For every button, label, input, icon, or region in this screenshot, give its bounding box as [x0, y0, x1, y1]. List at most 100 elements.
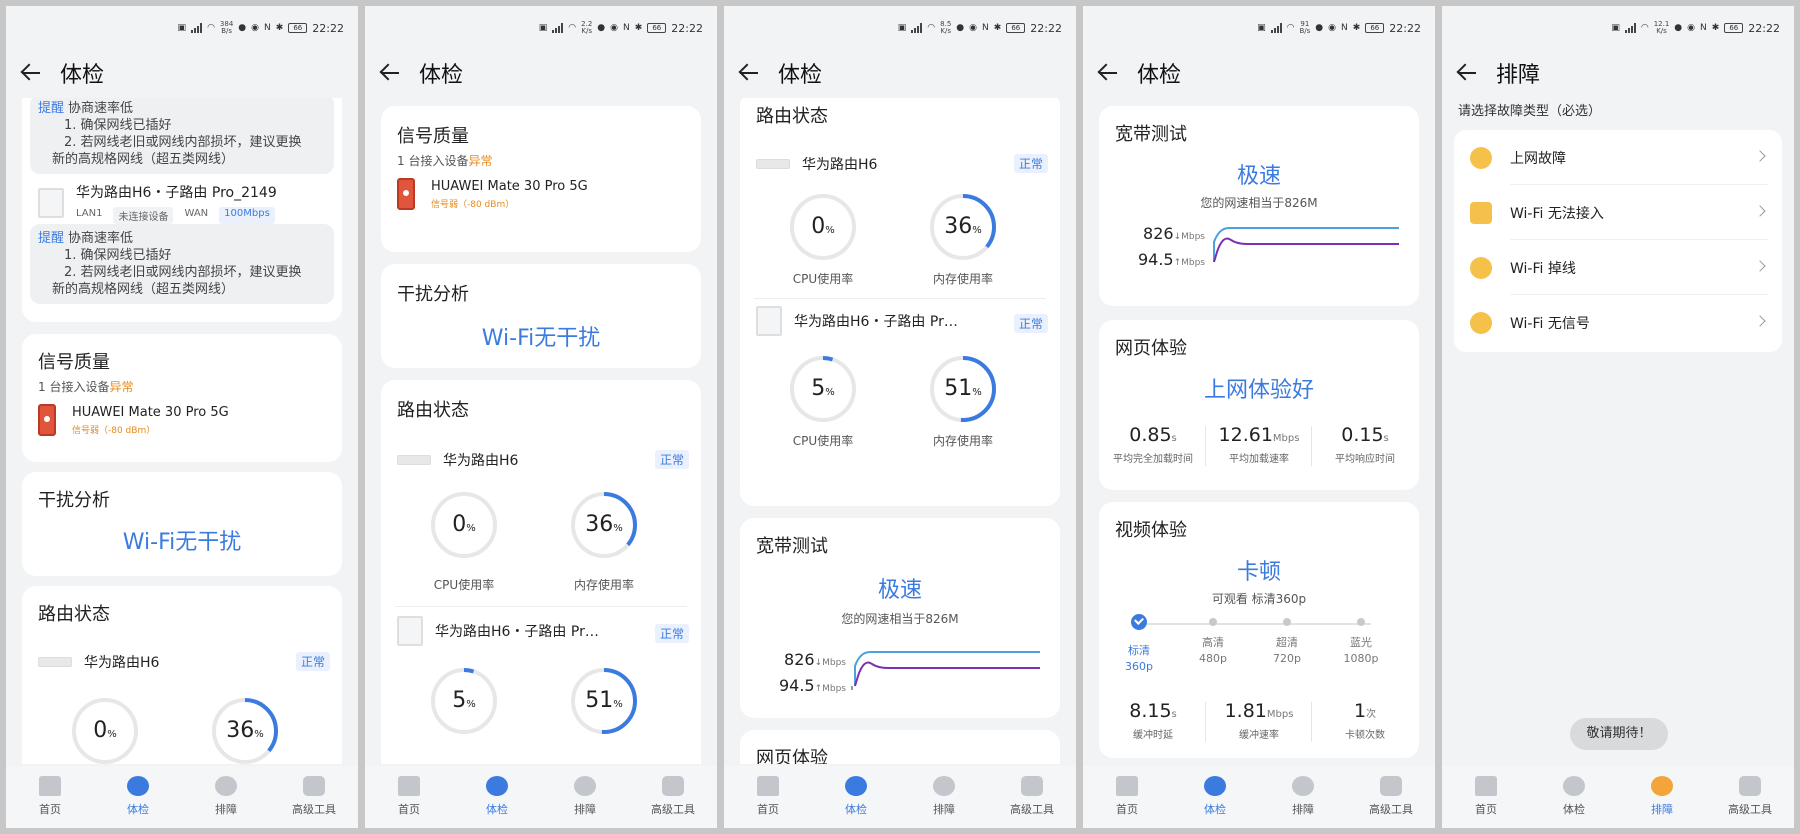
memory-label: 内存使用率 — [573, 578, 634, 592]
video-card[interactable]: 视频体验 卡顿 可观看 标清360p 标清 360p 高清 480p 超清 720p … — [1099, 502, 1419, 758]
content-scroll[interactable]: 提醒 协商速率低 1. 确保网线已插好 2. 若网线老旧或网线内部损坏，建议更换 … — [6, 98, 358, 764]
router-row[interactable]: 华为路由H6 — [397, 450, 518, 470]
router-card-tail: 提醒 协商速率低 1. 确保网线已插好 2. 若网线老旧或网线内部损坏，建议更换 … — [22, 98, 342, 322]
nav-home[interactable]: 首页 — [1442, 766, 1530, 828]
bluetooth-icon: ✱ — [275, 23, 284, 33]
trouble-item-wifi-access[interactable]: Wi-Fi 无法接入 — [1454, 185, 1782, 240]
bottom-nav: 首页 体检 排障 高级工具 — [724, 766, 1076, 828]
content-scroll[interactable]: 信号质量 1 台接入设备异常 HUAWEI Mate 30 Pro 5G 信号弱… — [365, 98, 717, 764]
router-card[interactable]: 路由状态 华为路由H6 正常 0% 36% CPU使用率 内存使用率 华为路由H… — [381, 380, 701, 764]
nav-home[interactable]: 首页 — [365, 766, 453, 828]
router-card[interactable]: 路由状态 华为路由H6 正常 0% 36% — [22, 586, 342, 764]
nav-troubleshoot[interactable]: 排障 — [900, 766, 988, 828]
web-card[interactable]: 网页体验 上网体验好 0.85s 平均完全加载时间 12.61Mbps 平均加载速率… — [1099, 320, 1419, 490]
nav-tools[interactable]: 高级工具 — [1347, 766, 1435, 828]
nav-home[interactable]: 首页 — [1083, 766, 1171, 828]
router-name: 华为路由H6 — [84, 655, 160, 671]
signal-icon — [911, 23, 923, 33]
device-signal: 信号弱（-80 dBm） — [431, 199, 515, 210]
signal-count: 1 台接入设备异常 — [38, 380, 134, 394]
trouble-item-wifi-signal[interactable]: Wi-Fi 无信号 — [1454, 295, 1782, 350]
signal-device[interactable]: HUAWEI Mate 30 Pro 5G 信号弱（-80 dBm） — [397, 178, 588, 210]
nav-checkup[interactable]: 体检 — [94, 766, 182, 828]
router-row[interactable]: 华为路由H6 — [38, 652, 159, 672]
cpu-gauge: 0% — [429, 490, 499, 560]
nav-troubleshoot[interactable]: 排障 — [182, 766, 270, 828]
interference-card[interactable]: 干扰分析 Wi-Fi无干扰 — [381, 264, 701, 368]
router-title: 路由状态 — [397, 400, 469, 421]
toast: 敬请期待！ — [1570, 718, 1668, 750]
eye-icon: ◉ — [969, 23, 978, 33]
net-speed: 12.1 K/s — [1653, 20, 1670, 35]
content-scroll[interactable]: 路由状态 华为路由H6 正常 0% 36% CPU使用率 内存使用率 华为路由H… — [724, 98, 1076, 764]
back-arrow-icon[interactable] — [1097, 62, 1119, 84]
bluetooth-icon: ✱ — [1352, 23, 1361, 33]
router-name: 华为路由H6 — [802, 157, 878, 173]
router-title: 路由状态 — [38, 604, 110, 625]
chevron-right-icon — [1754, 260, 1766, 272]
battery-icon: 66 — [288, 23, 308, 33]
signal-card[interactable]: 信号质量 1 台接入设备异常 HUAWEI Mate 30 Pro 5G 信号弱… — [381, 106, 701, 252]
nav-checkup[interactable]: 体检 — [1171, 766, 1259, 828]
globe-search-icon — [1563, 776, 1585, 796]
broadband-card[interactable]: 宽带测试 极速 您的网速相当于826M 826↓Mbps 94.5↑Mbps — [1099, 106, 1419, 306]
back-arrow-icon[interactable] — [738, 62, 760, 84]
web-title: 网页体验 — [756, 748, 828, 764]
nav-home[interactable]: 首页 — [724, 766, 812, 828]
nav-checkup[interactable]: 体检 — [453, 766, 541, 828]
trouble-item-internet[interactable]: 上网故障 — [1454, 130, 1782, 185]
subrouter-name: 华为路由H6・子路由 Pr… — [794, 314, 958, 330]
subrouter-row[interactable]: 华为路由H6・子路由 Pro_2149 LAN1 未连接设备 WAN 100Mb… — [38, 182, 281, 224]
bluetooth-icon: ✱ — [1711, 23, 1720, 33]
router-card[interactable]: 路由状态 华为路由H6 正常 0% 36% CPU使用率 内存使用率 华为路由H… — [740, 98, 1060, 506]
nav-tools[interactable]: 高级工具 — [629, 766, 717, 828]
status-badge: 正常 — [1013, 314, 1048, 333]
subrouter-row[interactable]: 华为路由H6・子路由 Pr… — [756, 306, 958, 336]
content-scroll[interactable]: 宽带测试 极速 您的网速相当于826M 826↓Mbps 94.5↑Mbps 网… — [1083, 98, 1435, 764]
gauge-icon — [933, 776, 955, 796]
nav-troubleshoot[interactable]: 排障 — [1259, 766, 1347, 828]
phone-icon — [38, 404, 56, 436]
page-title: 排障 — [1496, 63, 1541, 88]
home-icon — [39, 776, 61, 796]
nav-tools[interactable]: 高级工具 — [1706, 766, 1794, 828]
nav-home[interactable]: 首页 — [6, 766, 94, 828]
nav-checkup[interactable]: 体检 — [812, 766, 900, 828]
cpu-gauge: 0% — [70, 696, 140, 764]
back-arrow-icon[interactable] — [1456, 62, 1478, 84]
nfc-icon: N — [1341, 23, 1348, 33]
quality-steps: 标清 360p 高清 480p 超清 720p 蓝光 1080p — [1099, 614, 1419, 678]
subrouter-row[interactable]: 华为路由H6・子路由 Pr… — [397, 616, 599, 646]
net-speed: 384 B/s — [219, 20, 234, 35]
chat-icon: ● — [597, 23, 606, 33]
phone-screen-5: ▣ ◠ 12.1 K/s ● ◉ N ✱ 66 22:22 排障 请选择故障类型（… — [1442, 6, 1794, 828]
page-title: 体检 — [778, 63, 823, 88]
interference-card[interactable]: 干扰分析 Wi-Fi无干扰 — [22, 472, 342, 576]
gauge-value: 0% — [811, 214, 835, 239]
gauge-icon — [215, 776, 237, 796]
warning-note: 提醒 协商速率低 1. 确保网线已插好 2. 若网线老旧或网线内部损坏，建议更换 … — [30, 224, 334, 304]
note-line: 2. 若网线老旧或网线内部损坏，建议更换 — [64, 265, 302, 280]
back-arrow-icon[interactable] — [379, 62, 401, 84]
memory-gauge: 36% — [569, 490, 639, 560]
nav-troubleshoot[interactable]: 排障 — [1618, 766, 1706, 828]
nav-troubleshoot[interactable]: 排障 — [541, 766, 629, 828]
back-arrow-icon[interactable] — [20, 62, 42, 84]
globe-search-icon — [845, 776, 867, 796]
nav-tools[interactable]: 高级工具 — [988, 766, 1076, 828]
separator — [1311, 702, 1312, 742]
nav-checkup[interactable]: 体检 — [1530, 766, 1618, 828]
home-icon — [398, 776, 420, 796]
gauge-value: 5% — [811, 376, 835, 401]
signal-card[interactable]: 信号质量 1 台接入设备异常 HUAWEI Mate 30 Pro 5G 信号弱… — [22, 334, 342, 462]
wifi-icon: ◠ — [927, 23, 936, 33]
wifi-icon: ◠ — [207, 23, 215, 33]
web-card[interactable]: 网页体验 — [740, 730, 1060, 764]
trouble-item-wifi-drop[interactable]: Wi-Fi 掉线 — [1454, 240, 1782, 295]
broadband-card[interactable]: 宽带测试 极速 您的网速相当于826M 826↓Mbps 94.5↑Mbps — [740, 518, 1060, 718]
memory-gauge: 36% — [210, 696, 280, 764]
wifi-weak-icon — [1470, 311, 1492, 334]
signal-device[interactable]: HUAWEI Mate 30 Pro 5G 信号弱（-80 dBm） — [38, 404, 229, 436]
nav-tools[interactable]: 高级工具 — [270, 766, 358, 828]
router-row[interactable]: 华为路由H6 — [756, 154, 877, 174]
